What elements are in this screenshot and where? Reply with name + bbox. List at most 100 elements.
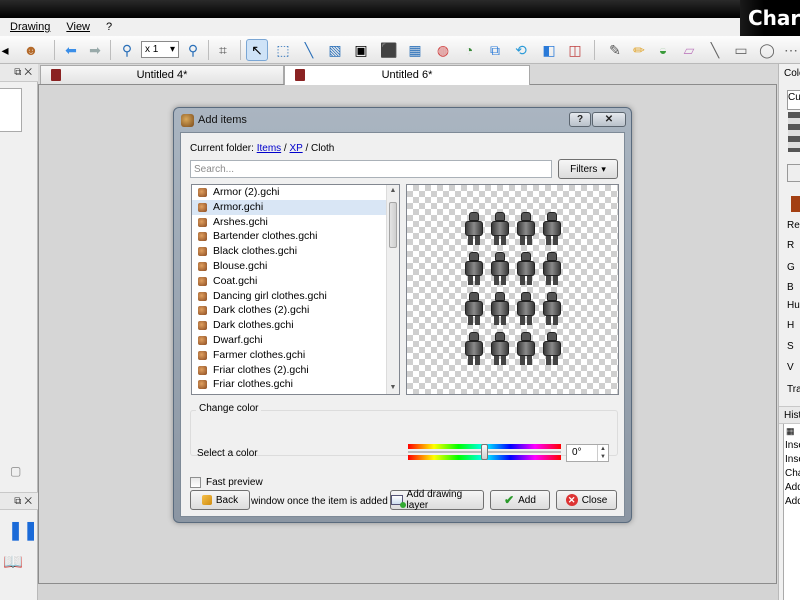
scroll-up-icon[interactable]: ▲ [387, 185, 399, 197]
selection-tool-icon[interactable]: ⬚ [272, 39, 294, 61]
resize-icon[interactable]: ▣ [350, 39, 372, 61]
breadcrumb-xp-link[interactable]: XP [290, 143, 303, 154]
tab-untitled-6[interactable]: Untitled 6* [284, 65, 530, 85]
pause-icon[interactable]: ❚❚ [8, 520, 38, 541]
list-item-label: Armor.gchi [213, 200, 264, 213]
layer-select-icon[interactable]: ▦ [404, 39, 426, 61]
list-item-label: Friar clothes (2).gchi [213, 363, 309, 376]
history-item[interactable]: Inse [785, 440, 800, 451]
line-tool-icon[interactable]: ╲ [704, 39, 726, 61]
color-button[interactable] [787, 164, 800, 182]
list-item[interactable]: Dark clothes.gchi [192, 318, 399, 333]
rectangle-tool-icon[interactable]: ▭ [730, 39, 752, 61]
list-item[interactable]: Armor.gchi [192, 199, 399, 215]
fill-bucket-icon[interactable]: ◒ [652, 39, 674, 61]
small-tool-icon[interactable]: ▢ [10, 464, 21, 478]
hue-spinbox[interactable]: 0° ▲ ▼ [566, 444, 609, 462]
filters-label: Filters [570, 163, 598, 175]
hue-slider-thumb[interactable] [480, 444, 488, 460]
grid-icon[interactable]: ⌗ [212, 39, 234, 61]
filters-dropdown[interactable]: Filters ▾ [558, 159, 618, 179]
forward-arrow-icon[interactable]: ➡ [84, 39, 106, 61]
toolbar-separator [240, 40, 241, 60]
pencil-icon[interactable]: ✏ [628, 39, 650, 61]
mirror-icon[interactable]: ◫ [564, 39, 586, 61]
flip-icon[interactable]: ◧ [538, 39, 560, 61]
tab-untitled-4[interactable]: Untitled 4* [40, 65, 284, 84]
color-swatch[interactable] [791, 196, 800, 212]
list-item[interactable]: Coat.gchi [192, 274, 399, 289]
book-icon[interactable]: 📖 [3, 552, 23, 572]
item-preview [406, 184, 619, 395]
toolbar-separator [594, 40, 595, 60]
list-item-label: Coat.gchi [213, 274, 258, 287]
breadcrumb-items-link[interactable]: Items [257, 143, 281, 154]
pointer-tool-icon[interactable]: ↖ [246, 39, 268, 61]
scroll-down-icon[interactable]: ▼ [387, 382, 399, 394]
color-preview [788, 112, 800, 152]
item-file-icon [198, 232, 207, 242]
more-tools-icon[interactable]: ⋯ [780, 39, 800, 61]
fast-preview-checkbox[interactable] [190, 477, 201, 488]
dialog-help-button[interactable]: ? [569, 112, 591, 127]
history-item[interactable]: Cha [785, 468, 800, 479]
list-item[interactable]: Friar clothes (2).gchi [192, 363, 399, 378]
items-list[interactable]: Armor (2).gchi Armor.gchi Arshes.gchi Barte… [191, 184, 400, 395]
colorize-icon[interactable]: ◔ [458, 39, 480, 61]
zoom-in-icon[interactable]: ⚲ [182, 39, 204, 61]
list-item-label: Dark clothes.gchi [213, 319, 294, 332]
list-item[interactable]: Armor (2).gchi [192, 185, 399, 200]
characters-icon[interactable]: ☻ [20, 39, 42, 61]
history-item[interactable]: Inse [785, 454, 800, 465]
ellipse-tool-icon[interactable]: ◯ [756, 39, 778, 61]
items-list-content: Armor (2).gchi Armor.gchi Arshes.gchi Barte… [192, 185, 399, 392]
eraser-icon[interactable]: ▱ [678, 39, 700, 61]
back-arrow-icon[interactable]: ⬅ [60, 39, 82, 61]
list-item[interactable]: Dark clothes (2).gchi [192, 303, 399, 318]
list-item[interactable]: Blouse.gchi [192, 259, 399, 274]
menu-help[interactable]: ? [106, 21, 112, 33]
armor-sprite [461, 330, 487, 370]
zoom-select[interactable]: x 1 [141, 41, 179, 58]
s-label: S [787, 341, 794, 352]
color-wheel-icon[interactable]: ◍ [432, 39, 454, 61]
rotate-icon[interactable]: ⟲ [510, 39, 532, 61]
hue-slider[interactable] [408, 444, 561, 460]
close-button[interactable]: ✕ Close [556, 490, 617, 510]
transparency-label: Tra [787, 384, 800, 395]
scroll-thumb[interactable] [389, 202, 397, 248]
list-item[interactable]: Arshes.gchi [192, 215, 399, 230]
move-layer-icon[interactable]: ⬛ [378, 39, 400, 61]
rect-select-icon[interactable]: ▧ [324, 39, 346, 61]
history-item[interactable]: Add [785, 496, 800, 507]
list-item-label: Dancing girl clothes.gchi [213, 289, 327, 302]
menu-drawing[interactable]: Drawing [10, 21, 50, 33]
spin-arrows-icon[interactable]: ▲ ▼ [597, 445, 608, 461]
list-item[interactable]: Dwarf.gchi [192, 333, 399, 348]
dialog-title: Add items [198, 114, 247, 126]
list-item[interactable]: Dancing girl clothes.gchi [192, 289, 399, 304]
dock-float-close-icons[interactable]: ⧉✕ [14, 67, 35, 78]
history-header: Histo [779, 406, 800, 424]
add-drawing-layer-button[interactable]: Add drawing layer [390, 489, 484, 511]
list-item[interactable]: Friar clothes.gchi [192, 377, 399, 392]
eyedropper-icon[interactable]: ✎ [604, 39, 626, 61]
list-item[interactable]: Black clothes.gchi [192, 244, 399, 259]
dialog-close-button[interactable]: ✕ [592, 112, 626, 127]
list-scrollbar[interactable]: ▲ ▼ [386, 185, 399, 394]
back-button[interactable]: Back [190, 490, 250, 510]
menu-view[interactable]: View [66, 21, 90, 33]
prev-tool-icon[interactable]: ◂ [0, 39, 16, 61]
transform-icon[interactable]: ⧉ [484, 39, 506, 61]
history-item[interactable]: Add [785, 482, 800, 493]
add-button[interactable]: ✔ Add [490, 490, 550, 510]
zoom-out-icon[interactable]: ⚲ [116, 39, 138, 61]
item-file-icon [198, 380, 207, 390]
left-dock-header: ⧉✕ [0, 64, 38, 82]
menubar: Drawing View ? [0, 18, 740, 36]
list-item[interactable]: Farmer clothes.gchi [192, 348, 399, 363]
line-select-icon[interactable]: ╲ [298, 39, 320, 61]
list-item[interactable]: Bartender clothes.gchi [192, 229, 399, 244]
dock-float-close-icons[interactable]: ⧉✕ [14, 496, 35, 507]
search-input[interactable] [190, 160, 552, 178]
